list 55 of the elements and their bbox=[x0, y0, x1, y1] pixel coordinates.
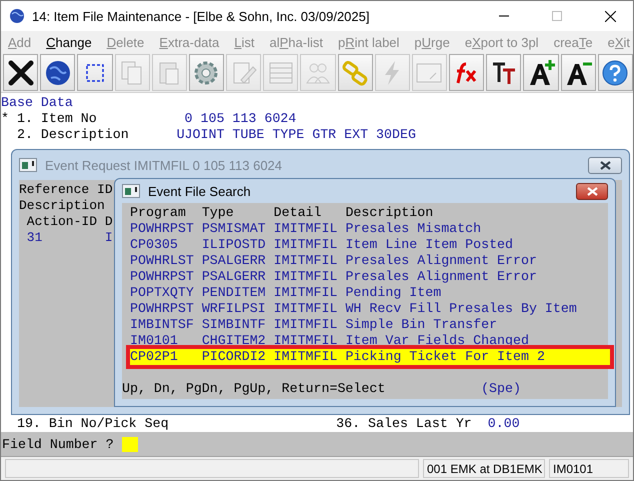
close-button[interactable] bbox=[576, 182, 608, 200]
toolbar-button[interactable] bbox=[486, 54, 522, 91]
app-globe-icon bbox=[9, 8, 25, 24]
field-label: 2. Description bbox=[16, 127, 130, 143]
help-icon bbox=[600, 58, 630, 88]
column-header: Action-ID D bbox=[26, 214, 113, 230]
field-value: UJOINT TUBE TYPE GTR EXT 30DEG bbox=[176, 127, 416, 143]
status-pane: 001 EMK at DB1EMK bbox=[423, 459, 545, 478]
section-title: Base Data bbox=[1, 95, 73, 111]
toolbar-button[interactable] bbox=[523, 54, 559, 91]
window-icon bbox=[19, 158, 37, 172]
close-icon bbox=[6, 58, 36, 88]
close-icon bbox=[604, 10, 616, 22]
toolbar-button[interactable] bbox=[77, 54, 113, 91]
table-cell: I bbox=[104, 230, 113, 246]
list-row[interactable]: POWHRPST PSMISMAT IMITMFIL Presales Mismatch bbox=[130, 221, 600, 237]
table-cell-text: 31 bbox=[26, 230, 44, 246]
dialog-label: Reference ID bbox=[19, 182, 113, 198]
dialog-title: Event Request IMITMFIL 0 105 113 6024 bbox=[45, 158, 284, 172]
field-label: 36. Sales Last Yr bbox=[336, 416, 473, 432]
window-title: 14: Item File Maintenance - [Elbe & Sohn, Inc. 03/09/2025] bbox=[32, 8, 370, 24]
close-button[interactable] bbox=[588, 156, 622, 174]
field-value: 0.00 bbox=[488, 416, 520, 432]
mode-indicator: (Spe) bbox=[481, 381, 521, 397]
field-label: * 1. Item No bbox=[1, 111, 98, 127]
column-header: Detail bbox=[274, 205, 323, 221]
column-header: Type bbox=[202, 205, 235, 221]
list-row[interactable]: CP02P1 PICORDI2 IMITMFIL Picking Ticket For Item 2 bbox=[130, 349, 610, 365]
list-row[interactable]: IMBINTSF SIMBINTF IMITMFIL Simple Bin Transfer bbox=[130, 317, 600, 333]
field-value: 0 105 113 6024 bbox=[184, 111, 296, 127]
list-row[interactable]: CP0305 ILIPOSTD IMITMFIL Item Line Item Posted bbox=[130, 237, 600, 253]
minimize-icon bbox=[499, 15, 509, 17]
close-icon bbox=[600, 160, 610, 170]
toolbar-button[interactable] bbox=[598, 54, 633, 91]
window-icon bbox=[122, 184, 140, 198]
dialog-label: Description bbox=[19, 198, 105, 214]
maximize-icon bbox=[552, 11, 562, 21]
field-label: 19. Bin No/Pick Seq bbox=[16, 416, 170, 432]
column-header: Program bbox=[130, 205, 187, 221]
close-icon bbox=[586, 186, 598, 196]
status-pane: IM0101 bbox=[549, 459, 629, 478]
list-row[interactable]: IM0101 CHGITEM2 IMITMFIL Item Var Fields Changed bbox=[130, 333, 600, 349]
list-row[interactable]: POPTXQTY PENDITEM IMITMFIL Pending Item bbox=[130, 285, 600, 301]
toolbar-button[interactable] bbox=[40, 54, 76, 91]
prompt-label: Field Number ? bbox=[2, 436, 114, 452]
menu-item[interactable]: Change bbox=[46, 34, 92, 50]
list-row[interactable]: POWHRLST PSALGERR IMITMFIL Presales Alignment Error bbox=[130, 253, 600, 269]
column-header: Description bbox=[345, 205, 434, 221]
toolbar-button[interactable] bbox=[560, 54, 596, 91]
dialog-title: Event File Search bbox=[148, 184, 252, 198]
input-field[interactable] bbox=[122, 436, 138, 452]
list-row[interactable]: POWHRPST PSALGERR IMITMFIL Presales Alignment Error bbox=[130, 269, 600, 285]
toolbar-button[interactable] bbox=[3, 54, 38, 91]
key-hint: Up, Dn, PgDn, PgUp, Return=Select bbox=[122, 381, 386, 397]
list-row[interactable]: POWHRPST WRFILPSI IMITMFIL WH Recv Fill Presales By Item bbox=[130, 301, 600, 317]
